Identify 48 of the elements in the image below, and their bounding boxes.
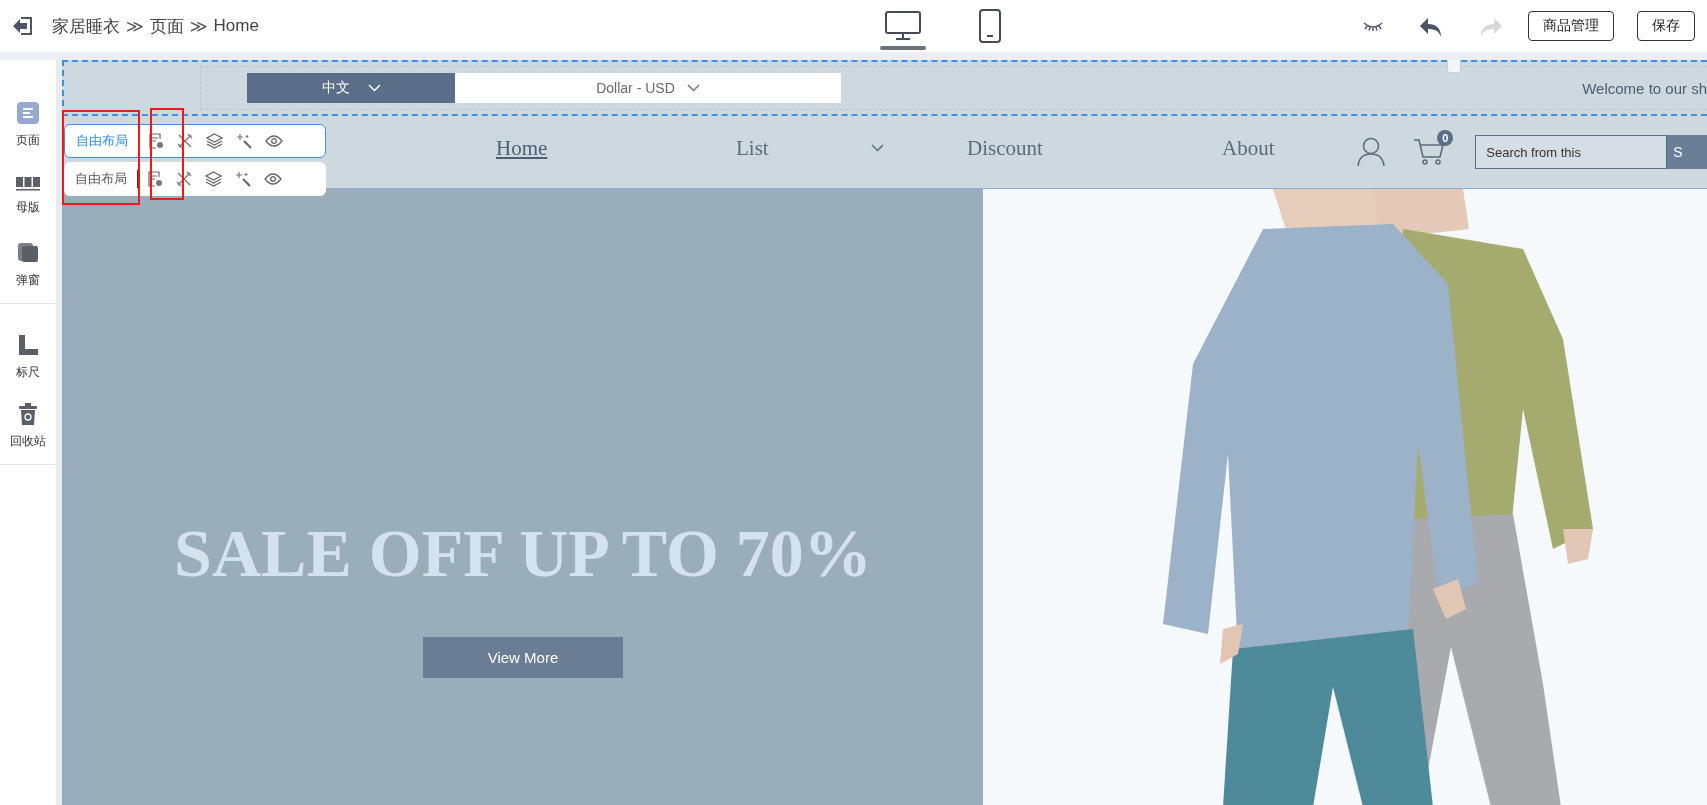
trash-icon xyxy=(19,403,37,425)
layers-icon[interactable] xyxy=(205,171,222,187)
layout-mode-button[interactable]: 自由布局 xyxy=(64,170,127,188)
layout-mode-button[interactable]: 自由布局 xyxy=(65,132,128,150)
language-dropdown[interactable]: 中文 xyxy=(247,73,455,103)
breadcrumb-item[interactable]: 页面 xyxy=(149,14,184,38)
search-button[interactable]: S xyxy=(1667,135,1707,169)
breadcrumb-separator: ≫ xyxy=(189,15,208,37)
eye-icon[interactable] xyxy=(265,135,283,147)
welcome-text: Welcome to our sh xyxy=(1582,79,1707,97)
exit-icon[interactable] xyxy=(12,16,34,36)
nav-link[interactable]: Home xyxy=(496,136,548,161)
sidebar-item[interactable]: 母版 xyxy=(0,175,56,216)
sidebar-item[interactable]: 弹窗 xyxy=(0,242,56,289)
page-icon xyxy=(17,102,39,124)
document-settings-icon[interactable] xyxy=(149,133,164,149)
sidebar-item[interactable]: 回收站 xyxy=(0,403,56,450)
breadcrumb-item[interactable]: Home xyxy=(213,16,259,36)
tools-icon[interactable] xyxy=(177,133,193,149)
breadcrumb-separator: ≫ xyxy=(126,15,144,37)
magic-wand-icon[interactable] xyxy=(235,171,251,187)
chevron-icon xyxy=(686,84,700,92)
save-button[interactable]: 保存 xyxy=(1637,11,1695,41)
tools-icon[interactable] xyxy=(176,171,192,187)
breadcrumb-item[interactable]: 家居睡衣 xyxy=(52,14,120,38)
sidebar-item[interactable]: 页面 xyxy=(0,102,56,149)
chevron-icon[interactable] xyxy=(871,144,884,152)
eye-icon[interactable] xyxy=(264,173,282,185)
columns-icon xyxy=(16,175,40,191)
sidebar-item[interactable]: 标尺 xyxy=(0,334,56,381)
resize-handle[interactable] xyxy=(1447,60,1461,73)
user-icon[interactable] xyxy=(1357,137,1386,167)
nav-link[interactable]: Discount xyxy=(967,136,1043,161)
nav-link[interactable]: List xyxy=(736,136,769,161)
nav-link[interactable]: About xyxy=(1222,136,1275,161)
document-settings-icon[interactable] xyxy=(148,171,163,187)
chevron-icon xyxy=(367,84,381,92)
magic-wand-icon[interactable] xyxy=(236,133,252,149)
currency-dropdown[interactable]: Dollar - USD xyxy=(455,73,841,103)
ruler-icon xyxy=(17,334,39,356)
search-field[interactable]: Search from this xyxy=(1475,135,1668,169)
layers-icon[interactable] xyxy=(206,133,223,149)
view-more-button[interactable]: View More xyxy=(423,637,623,678)
cart-count-badge: 0 xyxy=(1437,130,1454,146)
hidden-eye-icon[interactable] xyxy=(1362,21,1384,31)
hero-headline: SALE OFF UP TO 70% xyxy=(174,514,872,593)
product-manage-button[interactable]: 商品管理 xyxy=(1528,11,1614,41)
windows-icon xyxy=(17,242,39,264)
